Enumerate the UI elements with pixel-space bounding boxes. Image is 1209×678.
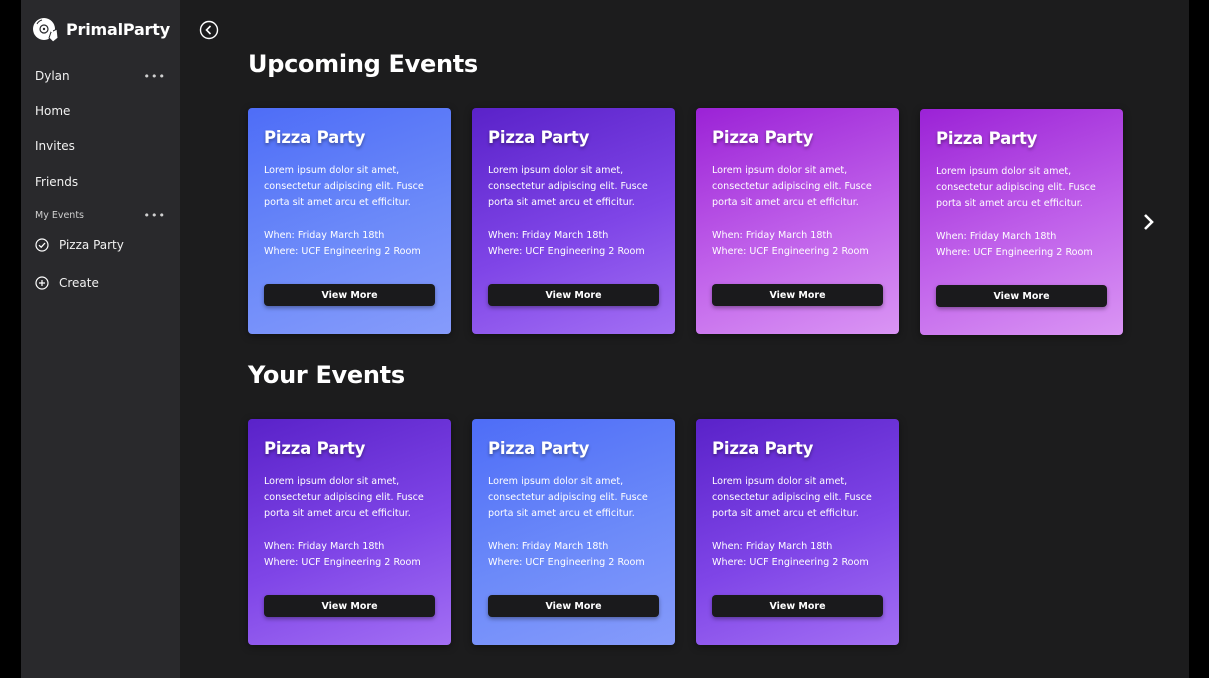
sidebar-section-my-events: My Events ••• (35, 210, 166, 221)
event-description: Lorem ipsum dolor sit amet, consectetur a… (264, 163, 439, 211)
event-description-line: porta sit amet arcu et efficitur. (488, 197, 635, 208)
event-card[interactable]: Pizza Party Lorem ipsum dolor sit amet, co… (472, 419, 675, 645)
event-title: Pizza Party (264, 128, 366, 147)
sidebar-item-label: Create (59, 276, 99, 290)
app-window: PrimalParty Dylan ••• Home Invites Frien… (21, 0, 1189, 678)
event-where: Where: UCF Engineering 2 Room (488, 557, 645, 568)
event-description-line: Lorem ipsum dolor sit amet, (264, 476, 400, 487)
event-where: Where: UCF Engineering 2 Room (264, 557, 421, 568)
event-card[interactable]: Pizza Party Lorem ipsum dolor sit amet, co… (248, 419, 451, 645)
chevron-right-icon[interactable] (1141, 210, 1157, 234)
event-description-line: consectetur adipiscing elit. Fusce (712, 181, 872, 192)
view-more-button[interactable]: View More (936, 285, 1107, 307)
sidebar: PrimalParty Dylan ••• Home Invites Frien… (21, 0, 180, 678)
event-description: Lorem ipsum dolor sit amet, consectetur a… (488, 163, 663, 211)
event-description-line: consectetur adipiscing elit. Fusce (264, 492, 424, 503)
event-description-line: porta sit amet arcu et efficitur. (936, 198, 1083, 209)
sidebar-item-label: Home (35, 104, 71, 118)
your-events-title: Your Events (248, 361, 405, 389)
event-description-line: porta sit amet arcu et efficitur. (712, 197, 859, 208)
event-where: Where: UCF Engineering 2 Room (712, 557, 869, 568)
event-description-line: consectetur adipiscing elit. Fusce (488, 492, 648, 503)
event-card[interactable]: Pizza Party Lorem ipsum dolor sit amet, co… (696, 419, 899, 645)
event-description-line: Lorem ipsum dolor sit amet, (712, 476, 848, 487)
event-card[interactable]: Pizza Party Lorem ipsum dolor sit amet, co… (472, 108, 675, 334)
view-more-button[interactable]: View More (488, 595, 659, 617)
event-when: When: Friday March 18th (712, 230, 833, 241)
event-description: Lorem ipsum dolor sit amet, consectetur a… (712, 163, 887, 211)
event-description-line: consectetur adipiscing elit. Fusce (488, 181, 648, 192)
event-where: Where: UCF Engineering 2 Room (712, 246, 869, 257)
sidebar-item-home[interactable]: Home (35, 104, 166, 118)
sidebar-item-invites[interactable]: Invites (35, 139, 166, 153)
event-card[interactable]: Pizza Party Lorem ipsum dolor sit amet, co… (920, 109, 1123, 335)
event-title: Pizza Party (488, 439, 590, 458)
sidebar-item-label: Friends (35, 175, 79, 189)
event-description-line: Lorem ipsum dolor sit amet, (712, 165, 848, 176)
event-description: Lorem ipsum dolor sit amet, consectetur a… (488, 474, 663, 522)
event-when: When: Friday March 18th (264, 230, 385, 241)
upcoming-events-title: Upcoming Events (248, 50, 478, 78)
event-title: Pizza Party (936, 129, 1038, 148)
event-description-line: Lorem ipsum dolor sit amet, (488, 476, 624, 487)
event-card[interactable]: Pizza Party Lorem ipsum dolor sit amet, co… (696, 108, 899, 334)
back-icon[interactable] (199, 20, 219, 40)
sidebar-user[interactable]: Dylan ••• (35, 69, 166, 83)
sidebar-item-create[interactable]: Create (35, 276, 166, 290)
event-description-line: porta sit amet arcu et efficitur. (488, 508, 635, 519)
view-more-button[interactable]: View More (712, 595, 883, 617)
event-description-line: consectetur adipiscing elit. Fusce (936, 182, 1096, 193)
event-description: Lorem ipsum dolor sit amet, consectetur a… (712, 474, 887, 522)
event-description-line: porta sit amet arcu et efficitur. (264, 197, 411, 208)
event-when: When: Friday March 18th (264, 541, 385, 552)
event-card[interactable]: Pizza Party Lorem ipsum dolor sit amet, co… (248, 108, 451, 334)
event-description-line: Lorem ipsum dolor sit amet, (936, 166, 1072, 177)
brand[interactable]: PrimalParty (32, 14, 170, 44)
check-circle-icon (35, 238, 49, 252)
section-label: My Events (35, 210, 85, 221)
user-name: Dylan (35, 69, 70, 83)
view-more-button[interactable]: View More (488, 284, 659, 306)
event-when: When: Friday March 18th (488, 541, 609, 552)
event-description-line: consectetur adipiscing elit. Fusce (712, 492, 872, 503)
event-where: Where: UCF Engineering 2 Room (488, 246, 645, 257)
event-where: Where: UCF Engineering 2 Room (264, 246, 421, 257)
more-options-icon[interactable]: ••• (144, 210, 166, 221)
event-description-line: Lorem ipsum dolor sit amet, (488, 165, 624, 176)
event-when: When: Friday March 18th (936, 231, 1057, 242)
main-content: Upcoming Events Pizza Party Lorem ipsum d… (180, 0, 1189, 678)
event-description-line: porta sit amet arcu et efficitur. (264, 508, 411, 519)
sidebar-item-pizza-party[interactable]: Pizza Party (35, 238, 166, 252)
event-description: Lorem ipsum dolor sit amet, consectetur a… (936, 164, 1111, 212)
event-title: Pizza Party (488, 128, 590, 147)
event-when: When: Friday March 18th (488, 230, 609, 241)
event-title: Pizza Party (712, 128, 814, 147)
party-logo-icon (33, 18, 59, 43)
plus-circle-icon (35, 276, 49, 290)
sidebar-item-label: Pizza Party (59, 238, 124, 252)
view-more-button[interactable]: View More (264, 595, 435, 617)
event-description-line: porta sit amet arcu et efficitur. (712, 508, 859, 519)
event-title: Pizza Party (264, 439, 366, 458)
event-description: Lorem ipsum dolor sit amet, consectetur a… (264, 474, 439, 522)
view-more-button[interactable]: View More (712, 284, 883, 306)
event-description-line: Lorem ipsum dolor sit amet, (264, 165, 400, 176)
sidebar-item-label: Invites (35, 139, 75, 153)
more-options-icon[interactable]: ••• (144, 71, 166, 82)
event-description-line: consectetur adipiscing elit. Fusce (264, 181, 424, 192)
view-more-button[interactable]: View More (264, 284, 435, 306)
sidebar-item-friends[interactable]: Friends (35, 175, 166, 189)
app-name: PrimalParty (66, 19, 170, 39)
event-when: When: Friday March 18th (712, 541, 833, 552)
event-title: Pizza Party (712, 439, 814, 458)
event-where: Where: UCF Engineering 2 Room (936, 247, 1093, 258)
